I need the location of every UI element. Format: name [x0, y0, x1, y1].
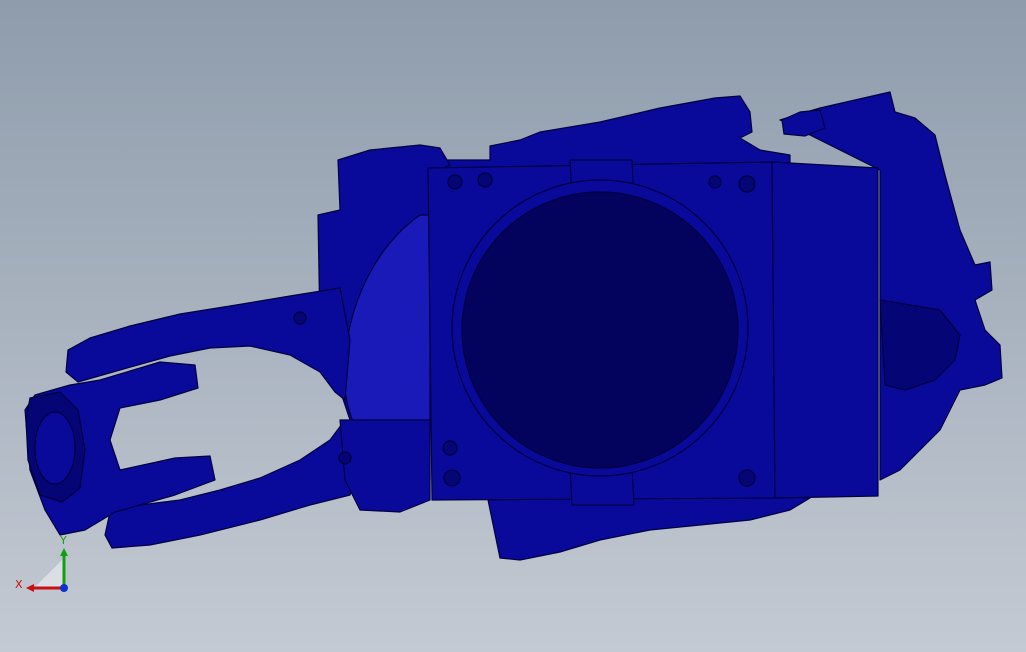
- bolt-hole: [443, 469, 461, 487]
- bolt-hole: [708, 175, 722, 189]
- bolt-hole: [442, 440, 458, 456]
- bottom-left-block: [339, 419, 431, 513]
- wrist-flange-face: [34, 411, 76, 485]
- orientation-triad: X Y: [10, 530, 80, 600]
- bolt-hole: [447, 174, 463, 190]
- triad-y-label: Y: [59, 534, 67, 547]
- bolt-hole: [338, 451, 352, 465]
- robot-model[interactable]: [0, 0, 1026, 652]
- bolt-hole: [738, 175, 756, 193]
- triad-y-arrow: [60, 548, 68, 556]
- bolt-hole: [293, 311, 307, 325]
- triad-plane: [34, 558, 64, 588]
- bolt-hole: [738, 469, 756, 487]
- bolt-hole: [477, 172, 493, 188]
- triad-z-axis: [60, 584, 68, 592]
- triad-x-arrow: [26, 584, 34, 592]
- triad-x-label: X: [15, 578, 23, 591]
- side-panel: [771, 161, 879, 499]
- graphics-viewport[interactable]: X Y: [0, 0, 1026, 652]
- main-circle-inner: [461, 191, 739, 469]
